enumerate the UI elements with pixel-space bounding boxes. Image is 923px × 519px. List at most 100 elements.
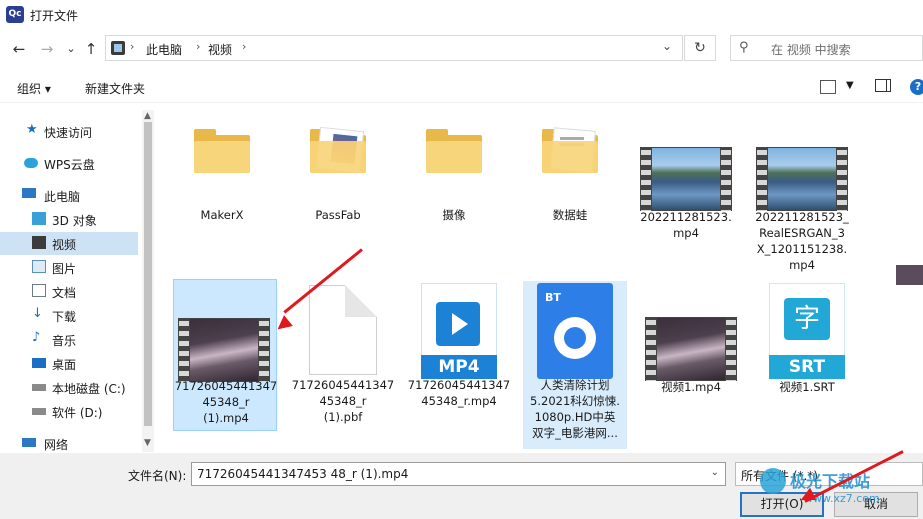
sidebar-item-this-pc[interactable]: 此电脑	[0, 184, 138, 207]
sidebar-item-drive-c[interactable]: 本地磁盘 (C:)	[0, 376, 138, 399]
file-item-video-202211281523[interactable]: 202211281523. mp4	[634, 115, 738, 251]
file-name: 人类清除计划 5.2021科幻惊悚. 1080p.HD中英 双字_电影港网...	[523, 377, 627, 441]
file-name-text: 71726045441347 45348_r.mp4	[407, 378, 511, 408]
sidebar-item-documents[interactable]: 文档	[0, 280, 138, 303]
scroll-up-icon[interactable]: ▲	[144, 111, 151, 121]
sidebar-scrollbar-thumb[interactable]	[144, 122, 152, 426]
sidebar-item-videos[interactable]: 视频	[0, 232, 138, 255]
chevron-down-icon[interactable]: ⌄	[711, 467, 719, 478]
file-item-bt[interactable]: BT 人类清除计划 5.2021科幻惊悚. 1080p.HD中英 双字_电影港网…	[523, 281, 627, 449]
breadcrumb-this-pc[interactable]: 此电脑	[146, 41, 182, 58]
sidebar-item-label: 快速访问	[44, 126, 93, 140]
sidebar-item-music[interactable]: ♪ 音乐	[0, 328, 138, 351]
file-name-text: 视频1.mp4	[661, 380, 721, 394]
filename-input[interactable]: 71726045441347453 48_r (1).mp4 ⌄	[191, 462, 726, 486]
video-thumbnail-icon	[640, 147, 732, 211]
organize-menu[interactable]: 组织 ▾	[17, 80, 51, 97]
file-item-pbf[interactable]: 71726045441347 45348_r (1).pbf	[291, 281, 395, 431]
sidebar-item-downloads[interactable]: ↓ 下载	[0, 304, 138, 327]
sidebar-item-label: 文档	[52, 286, 77, 300]
file-item-video1-srt[interactable]: 字 SRT 视频1.SRT	[755, 281, 859, 431]
file-name: PassFab	[315, 208, 361, 222]
folder-icon	[310, 126, 366, 174]
forward-button[interactable]: →	[36, 38, 58, 60]
file-item-camera[interactable]: 摄像	[402, 115, 506, 235]
network-icon	[22, 438, 36, 447]
sidebar-item-desktop[interactable]: 桌面	[0, 352, 138, 375]
sidebar-item-label: 视频	[52, 238, 77, 252]
up-button[interactable]: ↑	[80, 38, 102, 60]
refresh-button[interactable]: ↻	[684, 35, 716, 61]
chevron-down-icon[interactable]: ⌄	[662, 39, 672, 53]
file-name-text: 202211281523_ RealESRGAN_3 X_1201151238.…	[755, 210, 849, 272]
sidebar-item-pictures[interactable]: 图片	[0, 256, 138, 279]
file-list: MakerX PassFab 摄像 数据蛙 202211281523. mp4 …	[156, 105, 872, 453]
file-item-selected-mp4[interactable]: 71726045441347 45348_r (1).mp4	[173, 279, 277, 431]
chevron-down-icon[interactable]: ▼	[846, 80, 854, 91]
video-thumbnail-icon	[178, 318, 270, 382]
file-name: 数据蛙	[552, 208, 588, 222]
sidebar-item-label: 网络	[44, 438, 69, 452]
sidebar-item-label: 下载	[52, 310, 77, 324]
sidebar-item-network[interactable]: 网络	[0, 432, 138, 455]
breadcrumb-videos[interactable]: 视频	[208, 41, 232, 58]
download-icon: ↓	[32, 306, 43, 321]
recent-locations-button[interactable]: ⌄	[60, 38, 82, 60]
video-thumbnail-icon	[756, 147, 848, 211]
app-icon: Qc	[6, 6, 24, 23]
search-placeholder: 在 视频 中搜索	[771, 43, 851, 57]
file-item-passfab[interactable]: PassFab	[286, 115, 390, 235]
file-item-video-realesrgan[interactable]: 202211281523_ RealESRGAN_3 X_1201151238.…	[750, 115, 854, 285]
sidebar-item-label: 图片	[52, 262, 77, 276]
desktop-icon	[32, 358, 46, 368]
cloud-icon	[24, 158, 38, 168]
address-bar[interactable]: › 此电脑 › 视频 › ⌄	[105, 35, 683, 61]
navigation-pane: ★ 快速访问 WPS云盘 此电脑 3D 对象 视频 图片 文档 ↓ 下载 ♪ 音…	[0, 110, 154, 452]
blank-document-icon	[309, 285, 377, 375]
mp4-badge: MP4	[421, 355, 497, 379]
file-name: 视频1.mp4	[639, 379, 743, 395]
file-item-mp4[interactable]: MP4 71726045441347 45348_r.mp4	[407, 281, 511, 431]
watermark-logo-icon	[760, 468, 786, 494]
sidebar-item-3d-objects[interactable]: 3D 对象	[0, 208, 138, 231]
search-input[interactable]: ⚲ 在 视频 中搜索	[730, 35, 923, 61]
cube-icon	[32, 212, 46, 225]
new-folder-button[interactable]: 新建文件夹	[85, 80, 145, 97]
file-item-video1-mp4[interactable]: 视频1.mp4	[639, 281, 743, 431]
preview-strip	[872, 105, 923, 453]
subtitle-char-icon: 字	[784, 298, 830, 340]
help-button[interactable]: ?	[910, 79, 923, 95]
mp4-file-icon: MP4	[421, 283, 497, 379]
sidebar-item-drive-d[interactable]: 软件 (D:)	[0, 400, 138, 423]
sidebar-item-label: 此电脑	[44, 190, 81, 204]
file-name-text: 视频1.SRT	[779, 380, 835, 394]
play-icon	[436, 302, 480, 346]
file-name-text: 71726045441347 45348_r (1).pbf	[291, 378, 395, 424]
star-icon: ★	[26, 122, 38, 137]
search-icon: ⚲	[739, 40, 749, 55]
back-button[interactable]: ←	[8, 38, 30, 60]
watermark: 极光下载站 www.xz7.com	[760, 466, 920, 516]
filename-value: 71726045441347453 48_r (1).mp4	[197, 467, 409, 481]
preview-pane-icon[interactable]	[875, 79, 891, 92]
sidebar-item-label: 软件 (D:)	[52, 406, 103, 420]
sidebar-item-label: WPS云盘	[44, 158, 95, 172]
drive-icon	[32, 408, 46, 415]
file-item-makerx[interactable]: MakerX	[170, 115, 274, 235]
sidebar-item-label: 3D 对象	[52, 214, 97, 228]
breadcrumb-separator: ›	[242, 40, 247, 53]
scroll-down-icon[interactable]: ▼	[144, 438, 151, 448]
drive-icon	[32, 384, 46, 391]
folder-icon	[542, 127, 598, 173]
window-title: 打开文件	[30, 9, 79, 23]
torrent-logo-icon	[554, 317, 596, 359]
sidebar-item-quick-access[interactable]: ★ 快速访问	[0, 120, 138, 143]
picture-icon	[32, 260, 46, 273]
sidebar-item-label: 本地磁盘 (C:)	[52, 382, 126, 396]
video-thumbnail-icon	[645, 317, 737, 381]
bt-badge: BT	[545, 291, 561, 304]
view-options-icon[interactable]	[820, 80, 836, 94]
sidebar-item-wps-cloud[interactable]: WPS云盘	[0, 152, 138, 175]
file-item-shujuwa[interactable]: 数据蛙	[518, 115, 622, 235]
music-icon: ♪	[32, 330, 41, 345]
